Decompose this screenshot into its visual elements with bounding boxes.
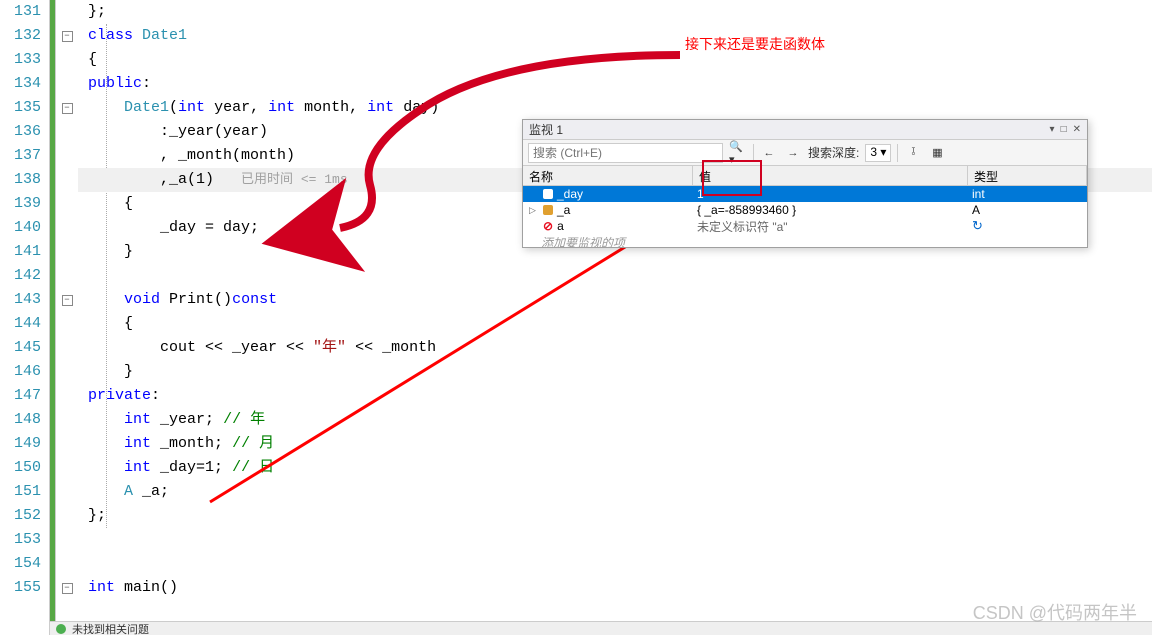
watch-toolbar: 🔍▾ ← → 搜索深度: 3 ▾ ⫱ ▦ xyxy=(523,140,1087,166)
code-editor[interactable]: }; class Date1 { public: Date1(int year,… xyxy=(78,0,1152,635)
error-icon: ⊘ xyxy=(543,219,553,233)
refresh-icon[interactable]: ↻ xyxy=(972,218,983,233)
watch-titlebar[interactable]: 监视 1 ▾ □ ✕ xyxy=(523,120,1087,140)
status-dot-icon xyxy=(56,624,66,634)
fold-gutter: − − − − xyxy=(56,0,78,635)
field-icon xyxy=(543,189,553,199)
column-header-type[interactable]: 类型 xyxy=(968,166,1087,185)
fold-toggle-icon[interactable]: − xyxy=(62,583,73,594)
search-dropdown-icon[interactable]: 🔍▾ xyxy=(729,144,747,162)
filter-icon[interactable]: ⫱ xyxy=(904,144,922,162)
column-header-name[interactable]: 名称 xyxy=(523,166,693,185)
watch-title: 监视 1 xyxy=(529,121,563,138)
nav-back-icon[interactable]: ← xyxy=(760,144,778,162)
window-pin-icon[interactable]: □ xyxy=(1061,124,1067,135)
status-text: 未找到相关问题 xyxy=(72,621,149,637)
expand-icon[interactable]: ▷ xyxy=(529,205,539,216)
watch-row[interactable]: ▷_a { _a=-858993460 } A xyxy=(523,202,1087,218)
window-menu-icon[interactable]: ▾ xyxy=(1050,124,1055,135)
nav-forward-icon[interactable]: → xyxy=(784,144,802,162)
watch-row[interactable]: _day 1 int xyxy=(523,186,1087,202)
watch-body: _day 1 int ▷_a { _a=-858993460 } A ⊘a 未定… xyxy=(523,186,1087,247)
watch-column-headers: 名称 值 类型 xyxy=(523,166,1087,186)
status-bar: 未找到相关问题 xyxy=(50,621,1152,635)
watch-row[interactable]: ⊘a 未定义标识符 "a" ↻ xyxy=(523,218,1087,234)
fold-toggle-icon[interactable]: − xyxy=(62,103,73,114)
search-depth-value[interactable]: 3 ▾ xyxy=(865,144,891,162)
search-input[interactable] xyxy=(528,143,723,163)
watch-panel[interactable]: 监视 1 ▾ □ ✕ 🔍▾ ← → 搜索深度: 3 ▾ ⫱ ▦ 名称 值 类型 … xyxy=(522,119,1088,248)
field-icon xyxy=(543,205,553,215)
close-icon[interactable]: ✕ xyxy=(1073,124,1081,135)
columns-icon[interactable]: ▦ xyxy=(928,144,946,162)
fold-toggle-icon[interactable]: − xyxy=(62,295,73,306)
column-header-value[interactable]: 值 xyxy=(693,166,968,185)
annotation-text: 接下来还是要走函数体 xyxy=(685,34,825,54)
watch-add-item[interactable]: 添加要监视的项 xyxy=(523,234,1087,247)
fold-toggle-icon[interactable]: − xyxy=(62,31,73,42)
line-number-gutter: 131 132 133 134 135 136 137 138 139 140 … xyxy=(0,0,50,635)
search-depth-label: 搜索深度: xyxy=(808,144,859,161)
